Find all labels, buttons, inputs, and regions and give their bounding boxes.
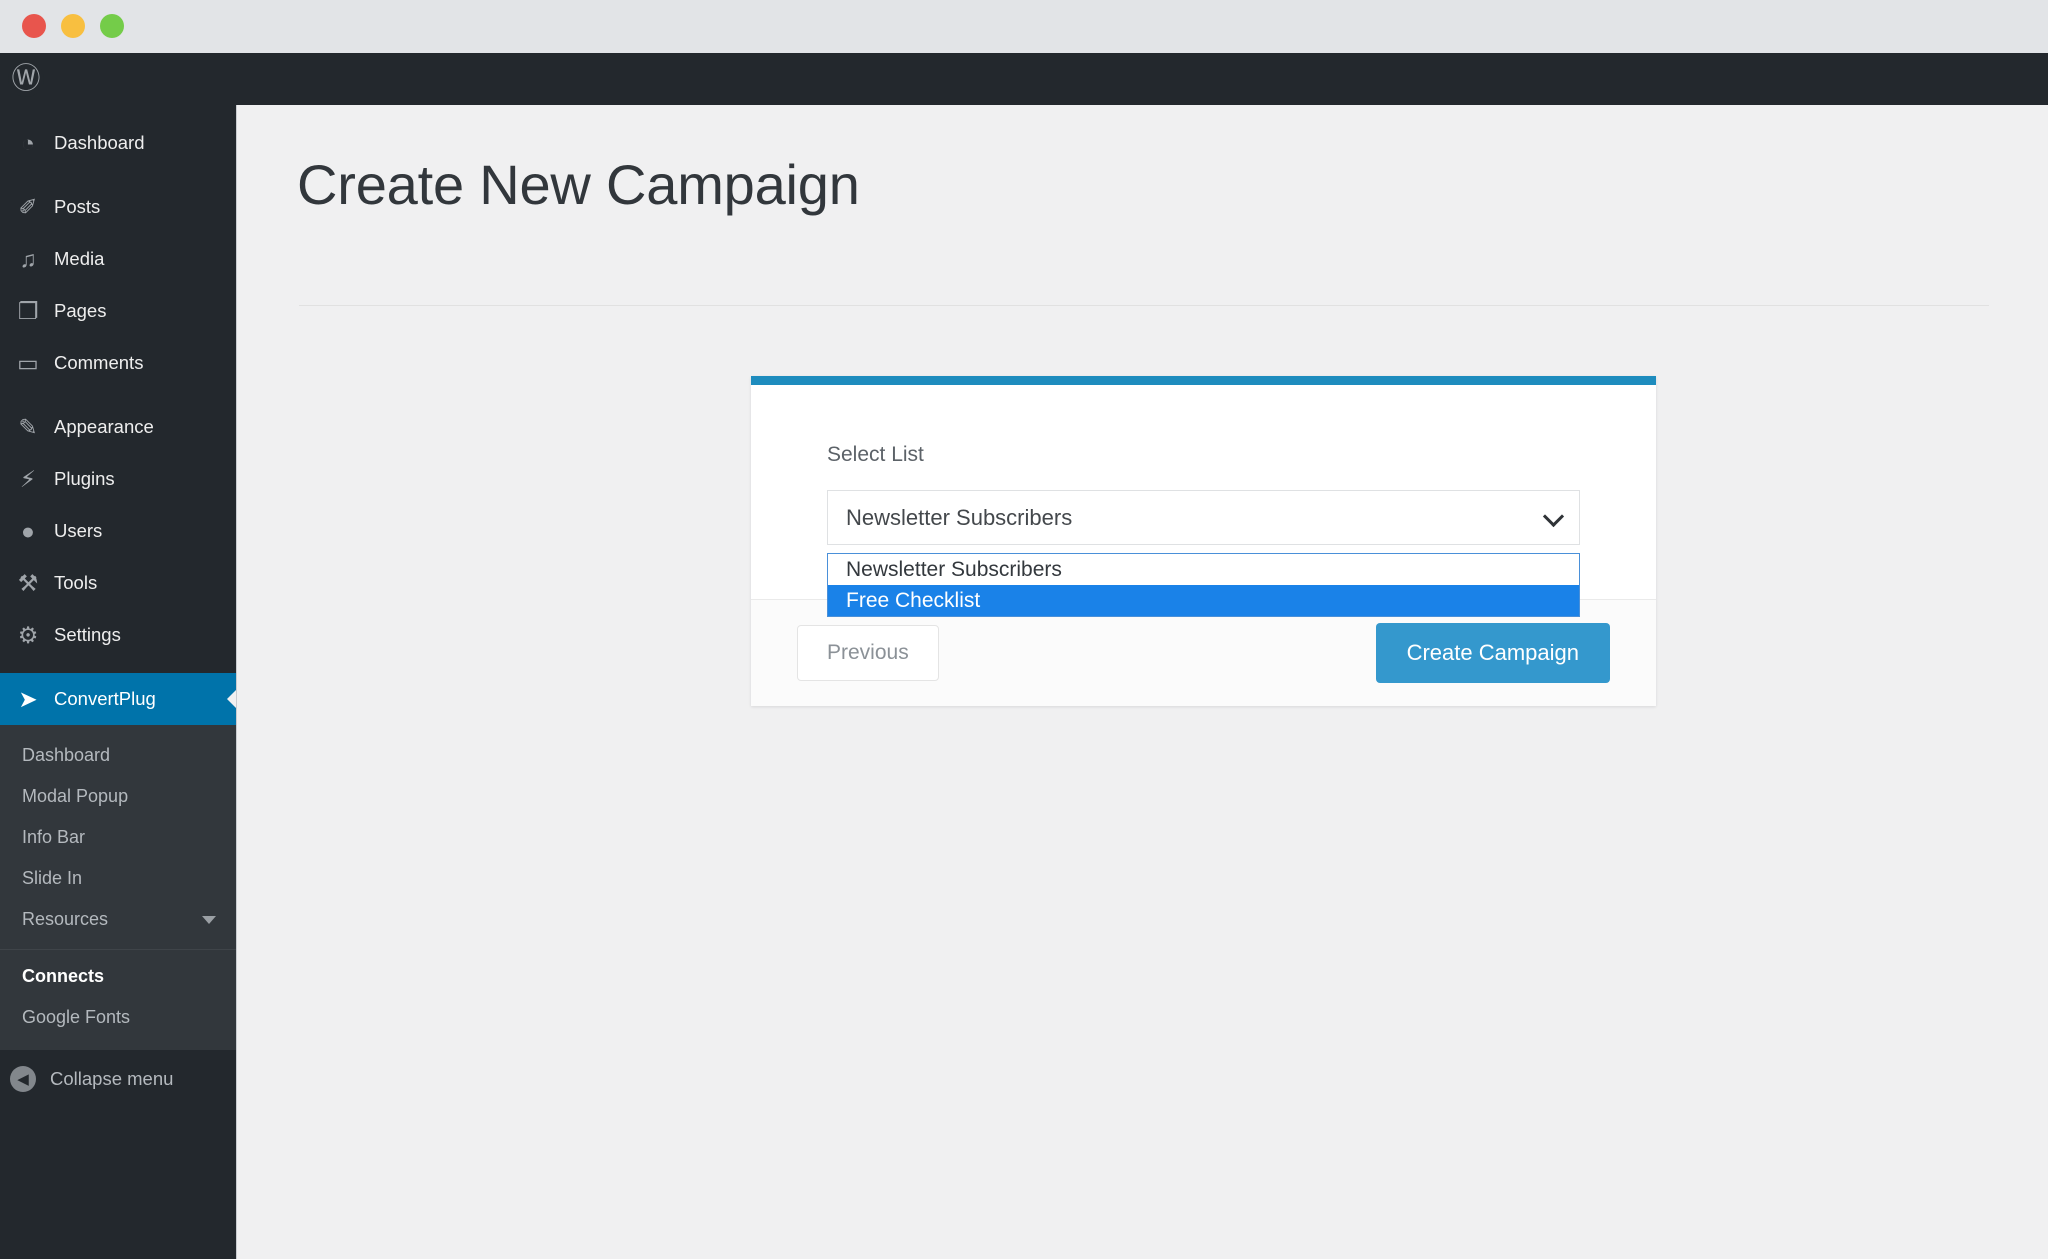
previous-button[interactable]: Previous (797, 625, 939, 681)
submenu-item-dashboard[interactable]: Dashboard (0, 735, 236, 776)
submenu-item-label: Modal Popup (22, 786, 129, 806)
submenu-item-google-fonts[interactable]: Google Fonts (0, 997, 236, 1038)
plug-icon: ⚡ (19, 465, 37, 492)
campaign-wizard-card: Select List Newsletter Subscribers Newsl… (751, 376, 1656, 706)
card-accent-bar (751, 376, 1656, 385)
maximize-window-button[interactable] (100, 14, 124, 38)
option-newsletter-subscribers[interactable]: Newsletter Subscribers (828, 554, 1579, 585)
submenu-item-slide-in[interactable]: Slide In (0, 858, 236, 899)
wp-admin-bar: Ⓦ (0, 53, 2048, 105)
wordpress-logo-icon[interactable]: Ⓦ (8, 61, 44, 97)
sidebar-item-label: Pages (54, 300, 107, 321)
brush-icon: ✎ (18, 413, 38, 440)
sidebar-item-label: Tools (54, 572, 98, 593)
menu-spacer (0, 105, 236, 117)
collapse-menu-button[interactable]: ◀ Collapse menu (0, 1050, 236, 1108)
sidebar-item-settings[interactable]: ⚙ Settings (0, 609, 236, 661)
submenu-item-connects[interactable]: Connects (0, 956, 236, 997)
select-list-dropdown[interactable]: Newsletter Subscribers (827, 490, 1580, 545)
submenu-item-label: Info Bar (22, 827, 86, 847)
comments-icon: ▭ (17, 349, 39, 376)
submenu-item-label: Slide In (22, 868, 83, 888)
sidebar-item-users[interactable]: ● Users (0, 505, 236, 557)
window-titlebar (0, 0, 2048, 53)
sidebar-item-label: Users (54, 520, 103, 541)
title-divider (299, 305, 1989, 306)
card-body: Select List Newsletter Subscribers Newsl… (751, 385, 1656, 617)
collapse-menu-label: Collapse menu (50, 1068, 174, 1089)
create-campaign-button[interactable]: Create Campaign (1375, 623, 1610, 683)
select-list-value: Newsletter Subscribers (846, 504, 1073, 530)
sidebar-item-label: Media (54, 248, 105, 269)
sidebar-item-plugins[interactable]: ⚡ Plugins (0, 453, 236, 505)
sidebar-item-label: Settings (54, 624, 121, 645)
sidebar-item-convertplug[interactable]: ➤ ConvertPlug (0, 673, 236, 725)
admin-sidebar-menu: ◔ Dashboard ✐ Posts ♫ Media ❐ Pages ▭ Co… (0, 105, 236, 1259)
sidebar-item-media[interactable]: ♫ Media (0, 233, 236, 285)
submenu-item-info-bar[interactable]: Info Bar (0, 817, 236, 858)
submenu-item-label: Connects (22, 966, 105, 986)
sidebar-item-posts[interactable]: ✐ Posts (0, 181, 236, 233)
submenu-divider (0, 949, 236, 950)
submenu-item-label: Resources (22, 909, 109, 929)
user-icon: ● (21, 517, 35, 544)
media-icon: ♫ (19, 245, 37, 272)
collapse-arrow-icon: ◀ (10, 1066, 36, 1092)
sidebar-item-pages[interactable]: ❐ Pages (0, 285, 236, 337)
menu-spacer (0, 389, 236, 401)
option-label: Newsletter Subscribers (846, 557, 1062, 581)
convertplug-icon: ➤ (18, 685, 38, 712)
select-list-label: Select List (827, 443, 924, 466)
option-label: Free Checklist (846, 588, 981, 612)
page-title: Create New Campaign (297, 153, 860, 216)
sidebar-item-tools[interactable]: ⚒ Tools (0, 557, 236, 609)
sidebar-item-label: Dashboard (54, 132, 145, 153)
submenu-item-modal-popup[interactable]: Modal Popup (0, 776, 236, 817)
select-list-options-panel[interactable]: Newsletter Subscribers Free Checklist (827, 553, 1580, 617)
close-window-button[interactable] (22, 14, 46, 38)
pages-icon: ❐ (17, 297, 39, 324)
submenu-item-label: Dashboard (22, 745, 111, 765)
sidebar-item-comments[interactable]: ▭ Comments (0, 337, 236, 389)
traffic-lights (22, 14, 124, 38)
sidebar-item-label: Comments (54, 352, 144, 373)
sidebar-item-dashboard[interactable]: ◔ Dashboard (0, 117, 236, 169)
sidebar-item-label: Plugins (54, 468, 115, 489)
sliders-icon: ⚙ (17, 621, 39, 648)
sidebar-item-label: Posts (54, 196, 101, 217)
chevron-down-icon (202, 915, 216, 924)
dashboard-icon: ◔ (21, 129, 35, 156)
option-free-checklist[interactable]: Free Checklist (828, 585, 1579, 616)
menu-spacer (0, 661, 236, 673)
menu-spacer (0, 169, 236, 181)
sidebar-item-label: ConvertPlug (54, 688, 156, 709)
main-content-area: Create New Campaign Select List Newslett… (236, 105, 2048, 1259)
sidebar-item-appearance[interactable]: ✎ Appearance (0, 401, 236, 453)
chevron-down-icon (1542, 505, 1565, 527)
pin-icon: ✐ (18, 193, 38, 220)
convertplug-submenu: Dashboard Modal Popup Info Bar Slide In … (0, 725, 236, 1050)
submenu-item-label: Google Fonts (22, 1007, 131, 1027)
wrench-icon: ⚒ (17, 569, 39, 596)
sidebar-item-label: Appearance (54, 416, 154, 437)
submenu-item-resources[interactable]: Resources (0, 899, 236, 940)
minimize-window-button[interactable] (61, 14, 85, 38)
